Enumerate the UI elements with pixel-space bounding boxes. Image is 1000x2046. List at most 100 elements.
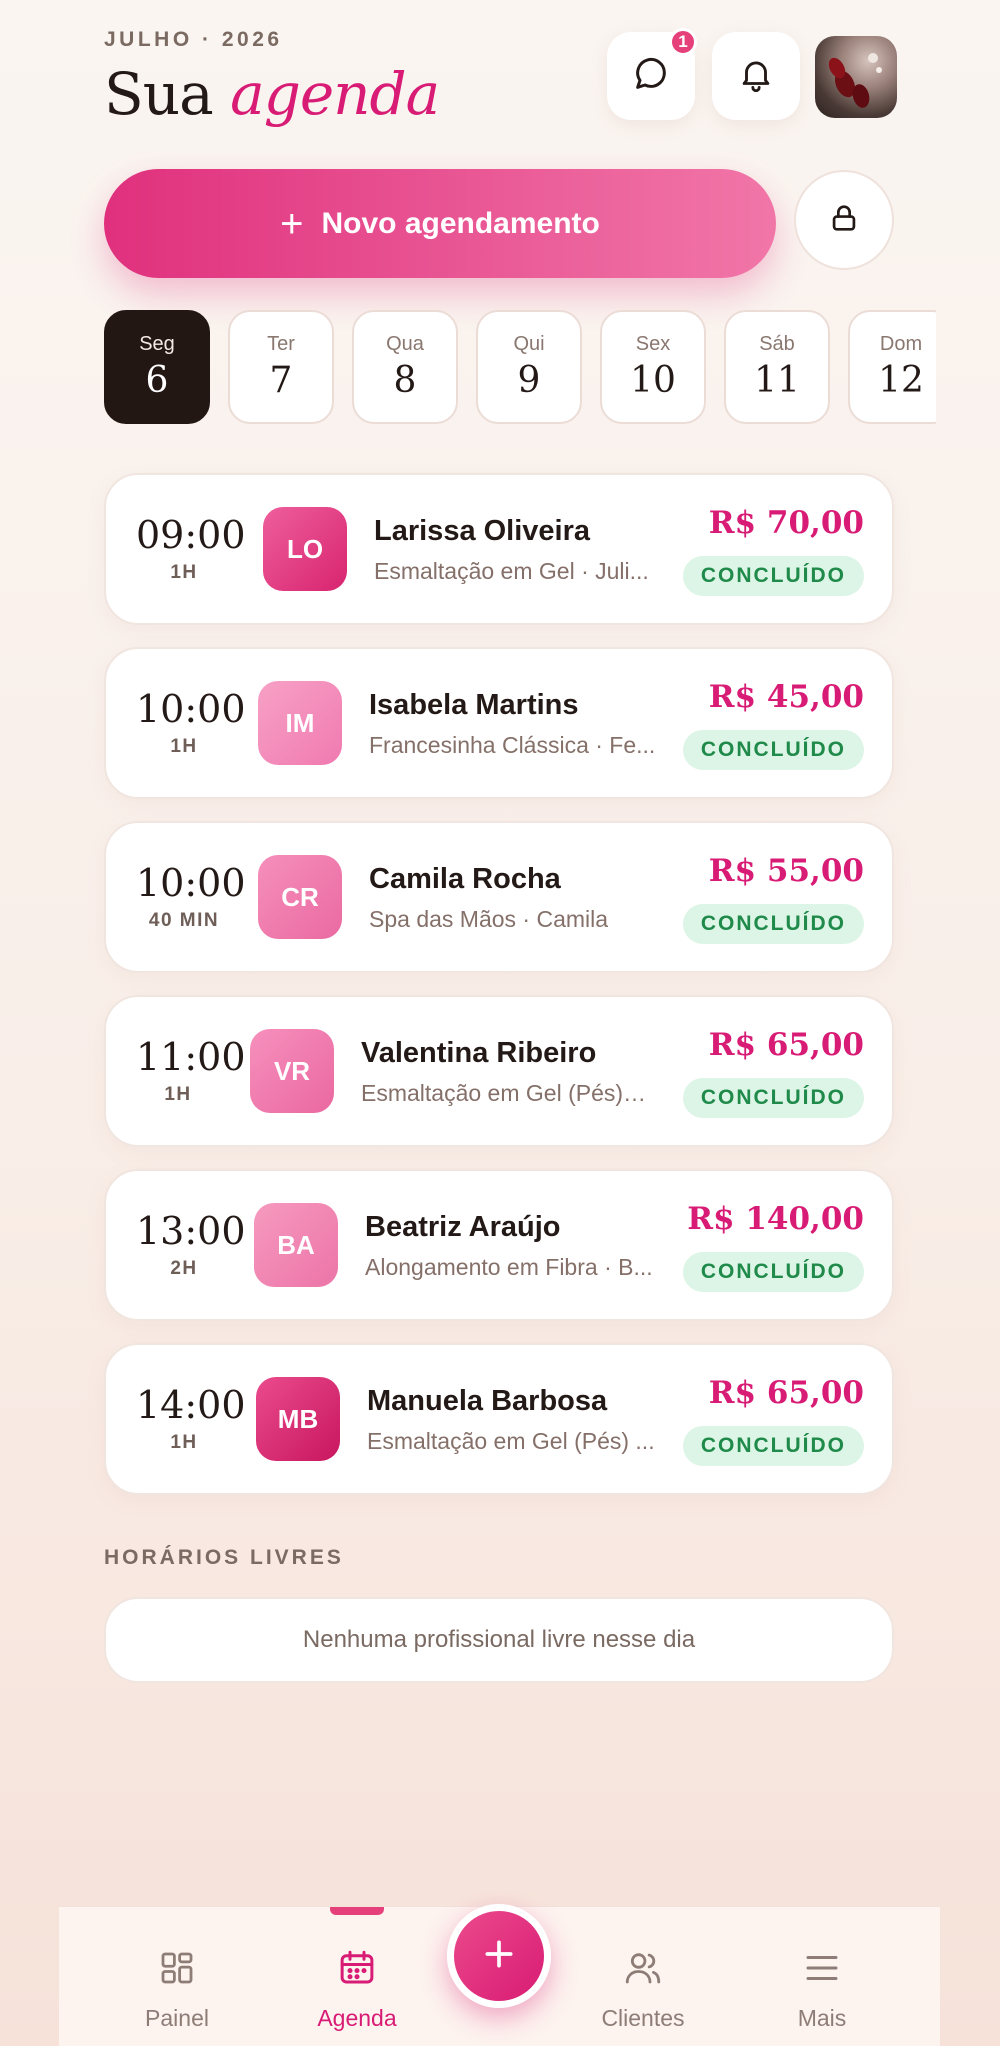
calendar-icon [336, 1947, 378, 1995]
day-name: Sáb [759, 333, 795, 355]
chat-badge: 1 [669, 28, 697, 56]
bell-icon [737, 55, 775, 98]
appointment-card[interactable]: 09:00 1H LO Larissa Oliveira Esmaltação … [104, 473, 894, 625]
menu-icon [801, 1947, 843, 1995]
nav-label: Agenda [317, 2005, 397, 2031]
service-description: Esmaltação em Gel (Pés) · ... [361, 1080, 651, 1106]
day-mon[interactable]: Seg 6 [104, 310, 210, 424]
day-number: 11 [754, 360, 800, 401]
day-number: 12 [878, 360, 924, 401]
status-badge: CONCLUÍDO [682, 730, 864, 770]
service-description: Esmaltação em Gel · Juli... [374, 558, 649, 584]
day-name: Seg [139, 333, 175, 355]
appointment-duration: 1H [170, 562, 198, 583]
client-initials-avatar: BA [254, 1203, 338, 1287]
day-thu[interactable]: Qui 9 [476, 310, 582, 424]
appointment-time: 13:00 [136, 1209, 246, 1253]
plus-icon: + [280, 201, 304, 246]
plus-icon [479, 1934, 519, 1979]
day-name: Qui [513, 333, 545, 355]
service-description: Alongamento em Fibra · B... [365, 1254, 653, 1280]
day-fri[interactable]: Sex 10 [600, 310, 706, 424]
day-tue[interactable]: Ter 7 [228, 310, 334, 424]
client-name: Larissa Oliveira [374, 515, 591, 547]
appointment-price: R$ 55,00 [708, 853, 864, 889]
client-name: Camila Rocha [369, 863, 561, 895]
appointment-time: 11:00 [136, 1035, 246, 1079]
appointment-price: R$ 65,00 [708, 1027, 864, 1063]
status-badge: CONCLUÍDO [682, 1426, 864, 1466]
client-initials-avatar: IM [258, 681, 342, 765]
status-badge: CONCLUÍDO [682, 1078, 864, 1118]
day-number: 10 [630, 360, 676, 401]
appointment-card[interactable]: 10:00 1H IM Isabela Martins Francesinha … [104, 647, 894, 799]
nails-photo [828, 53, 882, 108]
client-name: Isabela Martins [369, 689, 579, 721]
appointment-price: R$ 70,00 [708, 505, 864, 541]
nav-label: Painel [145, 2005, 209, 2031]
nav-label: Clientes [601, 2005, 685, 2031]
profile-avatar[interactable] [815, 36, 897, 118]
new-appointment-label: Novo agendamento [321, 206, 600, 240]
appointment-card[interactable]: 10:00 40 MIN CR Camila Rocha Spa das Mão… [104, 821, 894, 973]
appointment-duration: 2H [170, 1258, 198, 1279]
day-sat[interactable]: Sáb 11 [724, 310, 830, 424]
day-number: 9 [517, 360, 541, 401]
nav-mais[interactable]: Mais [747, 1947, 897, 2032]
appointment-card[interactable]: 14:00 1H MB Manuela Barbosa Esmaltação e… [104, 1343, 894, 1495]
appointment-time: 10:00 [136, 687, 246, 731]
day-name: Ter [267, 333, 295, 355]
client-name: Beatriz Araújo [365, 1211, 561, 1243]
client-initials-avatar: CR [258, 855, 342, 939]
free-slots-label: HORÁRIOS LIVRES [104, 1546, 344, 1569]
month-year-label: JULHO · 2026 [104, 28, 283, 51]
appointment-card[interactable]: 13:00 2H BA Beatriz Araújo Alongamento e… [104, 1169, 894, 1321]
day-number: 6 [145, 360, 169, 401]
appointment-time: 10:00 [136, 861, 246, 905]
day-wed[interactable]: Qua 8 [352, 310, 458, 424]
appointment-duration: 1H [164, 1084, 192, 1105]
quick-add-button[interactable] [447, 1904, 551, 2008]
page-title: Sua agenda [104, 60, 440, 128]
client-name: Manuela Barbosa [367, 1385, 608, 1417]
service-description: Spa das Mãos · Camila [369, 906, 609, 932]
status-badge: CONCLUÍDO [682, 1252, 864, 1292]
nav-agenda[interactable]: Agenda [282, 1947, 432, 2032]
appointment-time: 14:00 [136, 1383, 246, 1427]
status-badge: CONCLUÍDO [682, 556, 864, 596]
nav-clientes[interactable]: Clientes [568, 1947, 718, 2032]
nav-painel[interactable]: Painel [102, 1947, 252, 2032]
day-name: Dom [879, 333, 923, 355]
day-number: 7 [269, 360, 293, 401]
chat-button[interactable]: 1 [607, 28, 697, 120]
appointment-duration: 1H [170, 1432, 198, 1453]
appointment-duration: 40 MIN [148, 910, 220, 931]
service-description: Esmaltação em Gel (Pés) ... [367, 1428, 655, 1454]
client-name: Valentina Ribeiro [361, 1037, 597, 1069]
status-badge: CONCLUÍDO [682, 904, 864, 944]
chat-icon [631, 54, 671, 99]
appointment-price: R$ 140,00 [687, 1201, 864, 1237]
day-sun[interactable]: Dom 12 [848, 310, 936, 424]
appointment-time: 09:00 [136, 513, 246, 557]
lock-button[interactable] [794, 170, 894, 270]
appointment-price: R$ 45,00 [708, 679, 864, 715]
title-accent: agenda [230, 60, 440, 128]
active-tab-indicator [330, 1907, 384, 1915]
free-slots-empty-state: Nenhuma profissional livre nesse dia [104, 1597, 894, 1683]
client-initials-avatar: MB [256, 1377, 340, 1461]
notifications-button[interactable] [712, 32, 800, 120]
new-appointment-button[interactable]: + Novo agendamento [104, 169, 776, 278]
lock-icon [827, 201, 861, 240]
day-number: 8 [393, 360, 417, 401]
appointment-price: R$ 65,00 [708, 1375, 864, 1411]
service-description: Francesinha Clássica · Fe... [369, 732, 656, 758]
appointment-duration: 1H [170, 736, 198, 757]
day-name: Sex [635, 333, 671, 355]
client-initials-avatar: VR [250, 1029, 334, 1113]
day-selector: Seg 6 Ter 7 Qua 8 Qui 9 Sex 10 Sáb 11 Do… [104, 310, 936, 425]
title-plain: Sua [104, 60, 214, 128]
appointment-card[interactable]: 11:00 1H VR Valentina Ribeiro Esmaltação… [104, 995, 894, 1147]
nav-label: Mais [797, 2005, 847, 2031]
client-initials-avatar: LO [263, 507, 347, 591]
